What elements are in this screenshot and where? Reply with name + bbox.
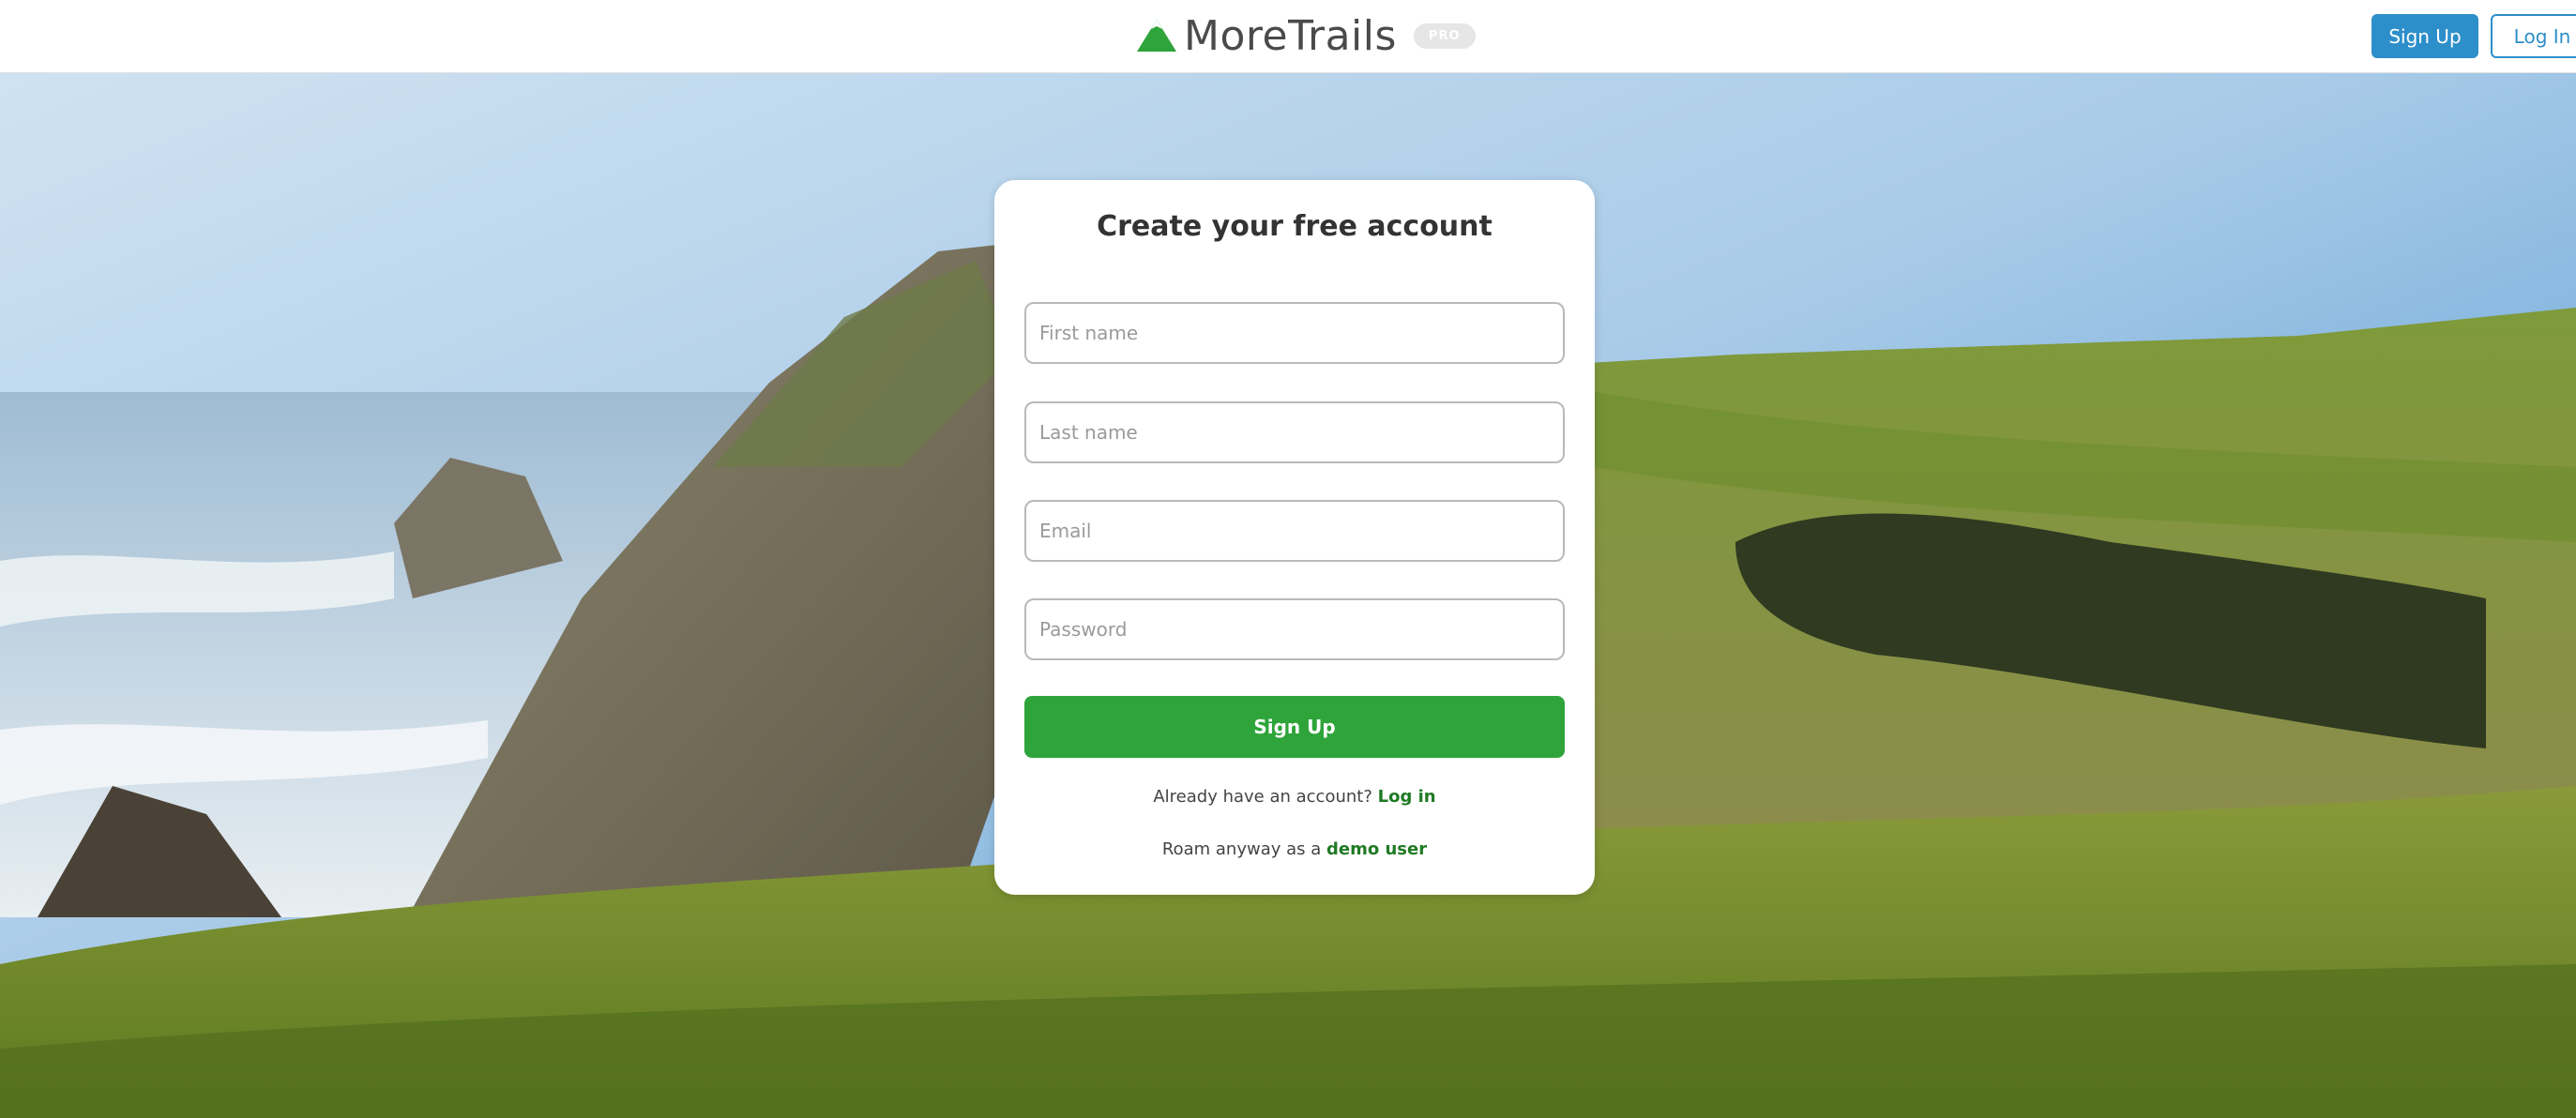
signup-card: Create your free account Sign Up Already…	[994, 180, 1595, 895]
brand-logo-link[interactable]: MoreTrails PRO	[1135, 11, 1476, 60]
password-input[interactable]	[1024, 598, 1565, 660]
mountain-icon	[1137, 20, 1176, 52]
demo-prompt-text: Roam anyway as a	[1161, 839, 1322, 859]
last-name-input[interactable]	[1024, 401, 1565, 463]
signup-title: Create your free account	[1097, 210, 1493, 243]
brand-name: MoreTrails	[1184, 11, 1397, 60]
signup-submit-button[interactable]: Sign Up	[1024, 696, 1565, 758]
demo-user-link[interactable]: demo user	[1326, 839, 1427, 859]
pro-badge: PRO	[1413, 23, 1476, 49]
email-input[interactable]	[1024, 500, 1565, 562]
login-link[interactable]: Log in	[1378, 787, 1436, 807]
top-navbar: MoreTrails PRO Sign Up Log In	[0, 0, 2576, 73]
demo-prompt-row: Roam anyway as a demo user	[994, 839, 1595, 859]
login-prompt-row: Already have an account? Log in	[994, 787, 1595, 807]
login-prompt-text: Already have an account?	[1153, 787, 1372, 807]
first-name-input[interactable]	[1024, 302, 1565, 364]
header-signup-button[interactable]: Sign Up	[2371, 14, 2478, 58]
header-login-button[interactable]: Log In	[2491, 14, 2576, 58]
